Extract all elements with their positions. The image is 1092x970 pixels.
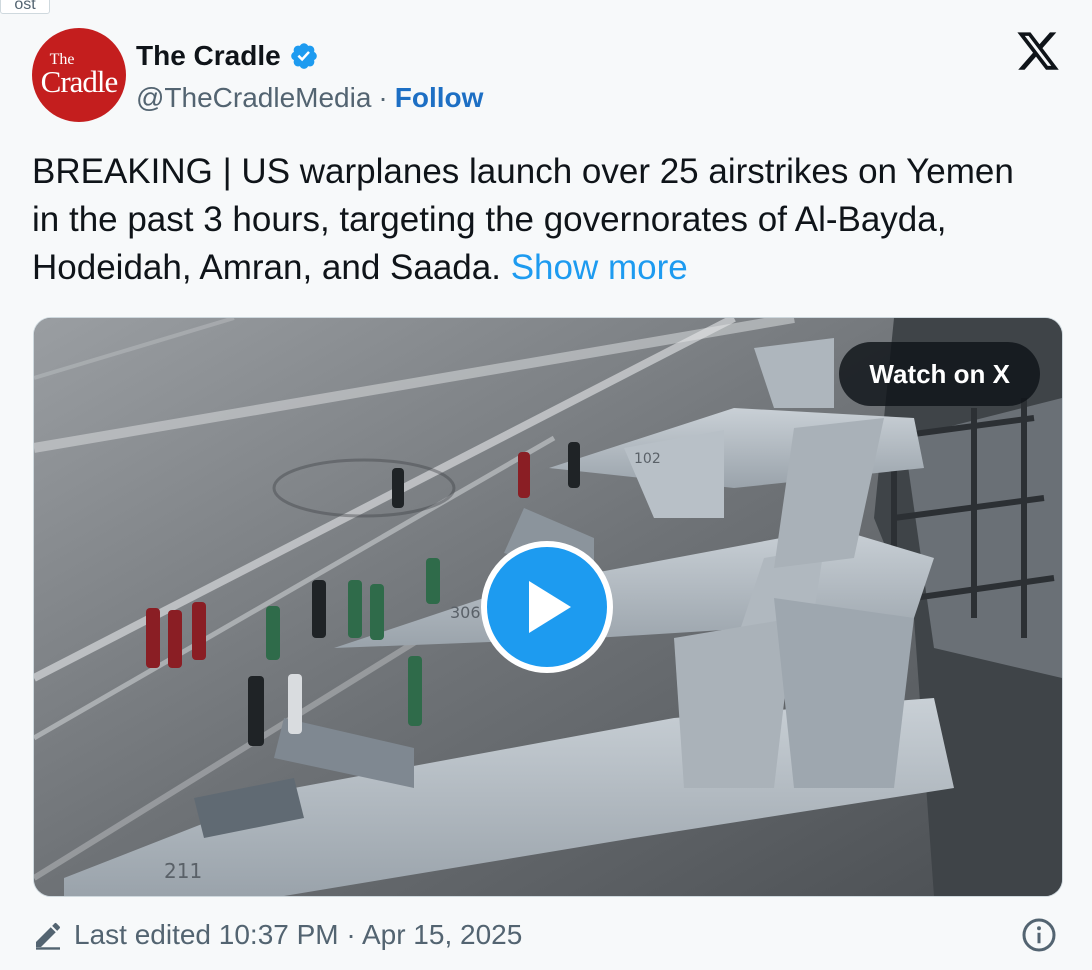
follow-button[interactable]: Follow — [395, 82, 484, 114]
pencil-icon — [36, 922, 61, 950]
info-icon[interactable] — [1021, 917, 1057, 953]
play-icon — [529, 581, 571, 633]
author-handle-row: @TheCradleMedia · Follow — [136, 80, 483, 116]
handle-separator: · — [378, 82, 388, 113]
avatar-text-cradle: Cradle — [40, 64, 119, 99]
author-name[interactable]: The Cradle — [136, 40, 281, 72]
author-name-row: The Cradle — [136, 36, 319, 76]
tweet-text-block: BREAKING | US warplanes launch over 25 a… — [32, 148, 1042, 292]
author-handle[interactable]: @TheCradleMedia — [136, 82, 371, 114]
show-more-link[interactable]: Show more — [511, 248, 688, 287]
video-media[interactable]: 102 306 211 Watch on X — [33, 317, 1063, 897]
verified-badge-icon — [290, 43, 317, 69]
jet-number-306: 306 — [450, 603, 481, 622]
watch-on-x-button[interactable]: Watch on X — [839, 342, 1040, 406]
edit-history-footer[interactable]: Last edited 10:37 PM · Apr 15, 2025 — [32, 912, 522, 958]
avatar[interactable]: The Cradle — [32, 28, 126, 122]
play-button[interactable] — [481, 541, 613, 673]
post-tag: ost — [0, 0, 50, 14]
tweet-embed-card: ost The Cradle The Cradle @TheCradleMedi… — [0, 0, 1092, 970]
last-edited-text: Last edited 10:37 PM · Apr 15, 2025 — [74, 919, 523, 950]
x-logo-icon[interactable] — [1014, 28, 1062, 74]
jet-number-102: 102 — [634, 451, 661, 467]
jet-number-211: 211 — [164, 859, 202, 883]
